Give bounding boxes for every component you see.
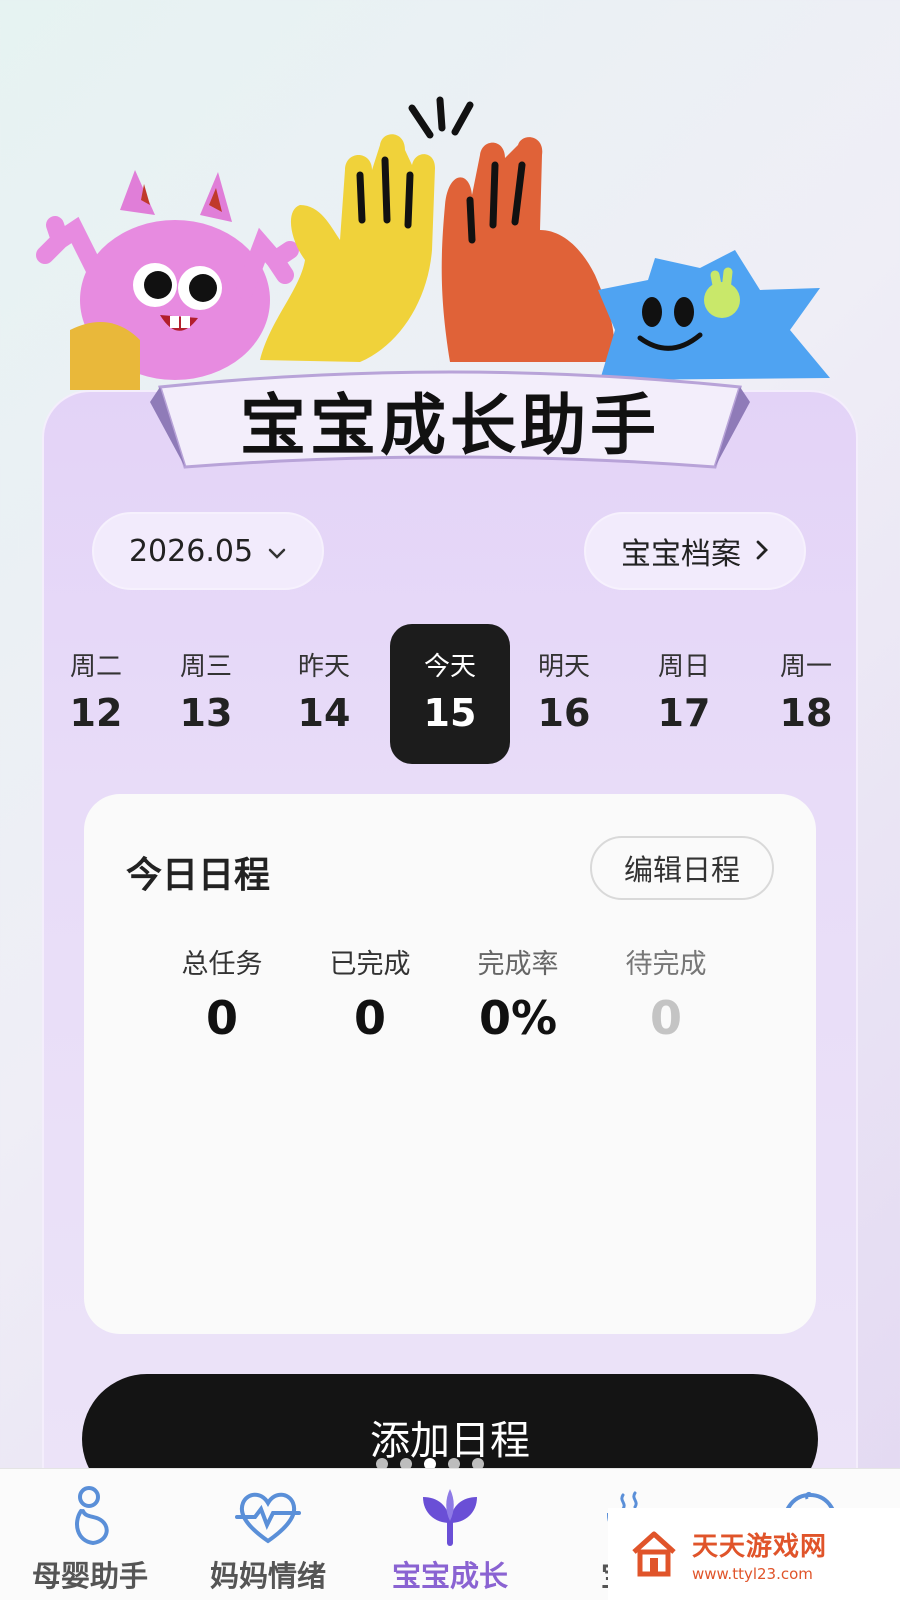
sprout-icon [423,1489,477,1546]
day-weekday: 今天 [423,652,476,682]
day-number: 15 [423,691,477,735]
edit-schedule-button[interactable]: 编辑日程 [590,836,774,900]
stat-completion-rate: 完成率 0% [444,942,592,1045]
day-weekday: 周三 [179,652,232,682]
day-number: 18 [779,691,833,735]
month-label: 2026.05 [128,533,254,569]
day-item[interactable]: 周一 18 [746,624,858,764]
day-weekday: 明天 [537,652,590,682]
pink-bunny-mascot [36,170,299,390]
day-item[interactable]: 周二 12 [42,624,156,764]
tab-mom-mood[interactable]: 妈妈情绪 [178,1469,358,1600]
today-schedule-card: 今日日程 编辑日程 总任务 0 已完成 0 完成率 0% 待完成 0 [84,794,816,1334]
watermark-text: 天天游戏网 www.ttyl23.com [692,1526,827,1583]
day-weekday: 周日 [657,652,710,682]
tab-label: 母婴助手 [31,1559,148,1593]
day-item-today[interactable]: 今天 15 [390,624,510,764]
day-item[interactable]: 周三 13 [146,624,266,764]
blue-star-mascot [598,250,830,380]
site-watermark: 天天游戏网 www.ttyl23.com [608,1508,900,1600]
chevron-down-icon [267,534,287,569]
watermark-url: www.ttyl23.com [692,1564,813,1583]
stat-label: 完成率 [477,949,559,980]
page-title: 宝宝成长助手 [240,387,660,464]
day-weekday: 昨天 [297,652,350,682]
day-number: 12 [69,691,123,735]
chevron-right-icon [755,534,769,569]
stat-value: 0 [649,991,682,1045]
stat-total-tasks: 总任务 0 [148,942,296,1045]
pregnancy-icon [75,1486,109,1546]
stat-completed: 已完成 0 [296,942,444,1045]
day-number: 17 [657,691,711,735]
day-weekday: 周二 [69,652,122,682]
tab-label: 宝宝成长 [391,1559,508,1593]
day-item[interactable]: 昨天 14 [264,624,384,764]
tab-baby-growth[interactable]: 宝宝成长 [360,1469,540,1600]
day-weekday: 周一 [779,652,832,682]
schedule-title: 今日日程 [126,855,271,896]
stat-pending: 待完成 0 [592,942,740,1045]
month-selector[interactable]: 2026.05 [92,512,324,590]
tab-maternal-assistant[interactable]: 母婴助手 [0,1469,180,1600]
stat-label: 已完成 [329,949,411,980]
schedule-stats: 总任务 0 已完成 0 完成率 0% 待完成 0 [148,942,748,1062]
day-item[interactable]: 周日 17 [624,624,744,764]
house-logo-icon [632,1531,676,1577]
week-date-strip[interactable]: 周二 12 周三 13 昨天 14 今天 15 明天 16 周日 17 周一 1… [42,618,858,766]
orange-hand [441,137,615,362]
baby-profile-button[interactable]: 宝宝档案 [584,512,806,590]
watermark-name: 天天游戏网 [692,1531,828,1562]
stat-label: 总任务 [181,949,263,980]
day-number: 14 [297,691,351,735]
tab-label: 妈妈情绪 [209,1559,326,1593]
day-number: 13 [179,691,233,735]
stat-value: 0 [205,991,238,1045]
day-number: 16 [537,691,591,735]
stat-label: 待完成 [625,949,707,980]
heart-pulse-icon [235,1492,301,1544]
stat-value: 0 [353,991,386,1045]
baby-profile-label: 宝宝档案 [621,537,741,572]
stat-value: 0% [478,991,558,1045]
day-item[interactable]: 明天 16 [504,624,624,764]
